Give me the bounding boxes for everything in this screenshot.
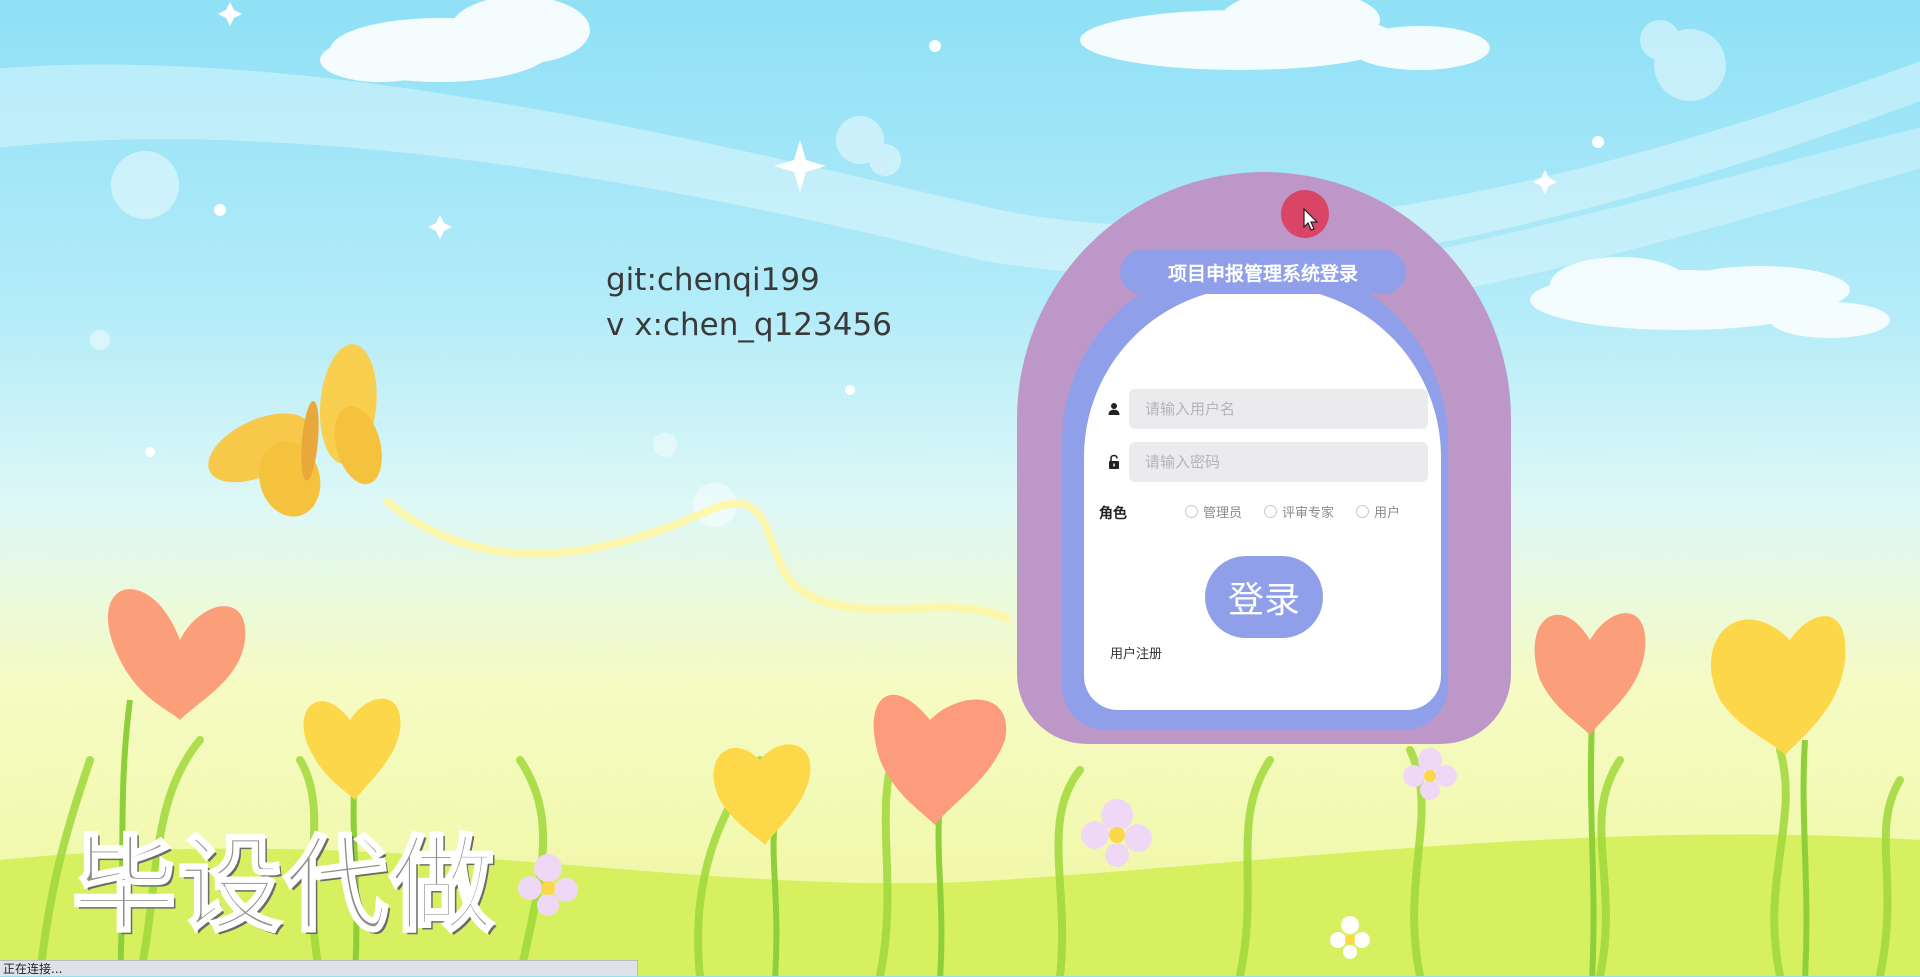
role-option-user[interactable]: 用户 [1356,502,1401,521]
user-icon [1108,403,1120,415]
browser-status-bar: 正在连接... [0,960,638,976]
wechat-credit: v x:chen_q123456 [606,307,892,343]
cloud [320,0,590,82]
role-label: 角色 [1099,506,1127,522]
ribbon-trail [382,496,1012,624]
radio-button[interactable] [1356,504,1369,518]
cloud [1530,257,1890,338]
role-option-admin[interactable]: 管理员 [1185,502,1243,521]
lock-icon [1109,454,1119,469]
role-option-label: 管理员 [1203,505,1243,521]
password-row [1100,442,1430,482]
mouse-pointer-icon [1303,208,1319,231]
username-input[interactable] [1129,389,1428,429]
role-option-label: 评审专家 [1282,505,1335,521]
small-flower [1081,799,1152,867]
radio-button[interactable] [1185,504,1198,518]
cloud [1080,0,1490,70]
git-credit: git:chenqi199 [606,262,820,298]
role-option-label: 用户 [1374,505,1401,521]
login-button[interactable]: 登录 [1205,556,1323,638]
username-row [1100,389,1430,429]
role-option-reviewer[interactable]: 评审专家 [1264,502,1335,521]
butterfly [208,344,382,517]
author-credits: git:chenqi199 v x:chen_q123456 [606,258,892,348]
login-title: 项目申报管理系统登录 [1120,250,1406,294]
register-link[interactable]: 用户注册 [1110,643,1162,662]
password-input[interactable] [1129,442,1428,482]
watermark-text: 毕设代做 [70,823,497,948]
radio-button[interactable] [1264,504,1277,518]
